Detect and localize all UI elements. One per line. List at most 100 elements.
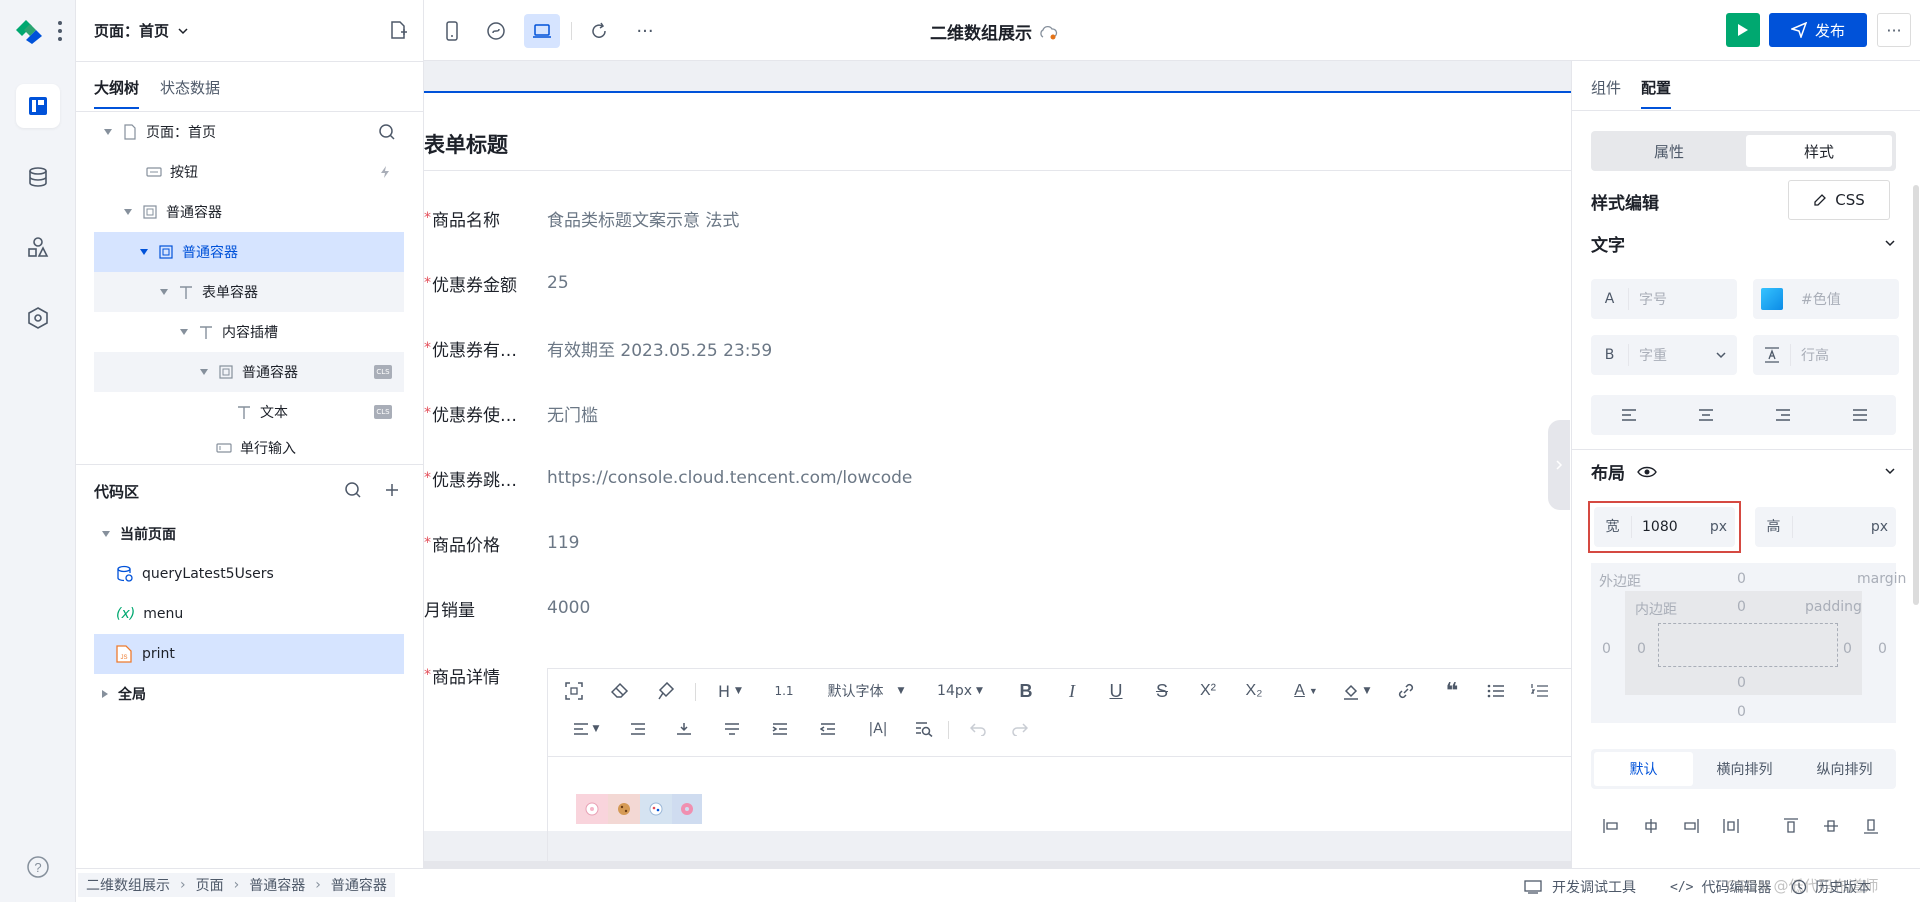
direction-vertical[interactable]: 纵向排列: [1795, 752, 1894, 786]
strikethrough-icon[interactable]: S: [1150, 679, 1174, 703]
font-color-icon[interactable]: A ▼: [1286, 679, 1326, 703]
superscript-icon[interactable]: X²: [1194, 679, 1222, 703]
indent-decrease-icon[interactable]: [816, 717, 840, 741]
underline-icon[interactable]: U: [1104, 679, 1128, 703]
align-left-icon[interactable]: [1621, 408, 1637, 422]
refresh-button[interactable]: [581, 14, 617, 48]
search-icon[interactable]: [344, 481, 362, 499]
mobile-view-button[interactable]: [434, 14, 470, 48]
tree-node-input[interactable]: 单行输入: [94, 432, 404, 464]
page-selector[interactable]: 页面：首页: [94, 20, 189, 41]
format-brush-icon[interactable]: [654, 679, 678, 703]
heading-dropdown[interactable]: H ▼: [712, 679, 748, 703]
direction-default[interactable]: 默认: [1594, 752, 1693, 786]
align-bottom-icon[interactable]: [1863, 818, 1879, 834]
code-item-query[interactable]: queryLatest5Users: [94, 554, 404, 594]
bold-icon[interactable]: B: [1014, 679, 1038, 703]
margin-right[interactable]: 0: [1878, 641, 1887, 657]
direction-horizontal[interactable]: 横向排列: [1695, 752, 1794, 786]
align-center-h-icon[interactable]: [1643, 818, 1659, 834]
css-button[interactable]: CSS: [1788, 180, 1890, 220]
database-nav-button[interactable]: [16, 155, 60, 199]
font-size-select[interactable]: 14px ▼: [930, 679, 990, 703]
tree-node-slot[interactable]: 内容插槽: [94, 312, 404, 352]
breadcrumb-item[interactable]: 普通容器: [331, 875, 387, 895]
breadcrumb-item[interactable]: 普通容器: [249, 875, 305, 895]
seg-style[interactable]: 样式: [1746, 135, 1892, 167]
find-replace-icon[interactable]: [912, 717, 936, 741]
code-item-menu[interactable]: (x) menu: [94, 594, 404, 634]
dev-tools-button[interactable]: 开发调试工具: [1524, 877, 1636, 897]
form-row-coupon-amount[interactable]: * 优惠券金额 25: [424, 268, 569, 298]
tab-config[interactable]: 配置: [1641, 77, 1672, 109]
preview-button[interactable]: [1726, 13, 1760, 47]
outline-nav-button[interactable]: [16, 84, 60, 128]
miniprogram-view-button[interactable]: [478, 14, 514, 48]
padding-left[interactable]: 0: [1637, 641, 1646, 657]
components-nav-button[interactable]: [16, 225, 60, 269]
eraser-icon[interactable]: [608, 679, 632, 703]
color-swatch[interactable]: [1761, 288, 1783, 310]
height-input[interactable]: 高 px: [1755, 507, 1896, 547]
form-row-coupon-usage[interactable]: * 优惠券使… 无门槛: [424, 398, 598, 428]
tree-node-inner-container[interactable]: 普通容器 CLS: [94, 352, 404, 392]
breadcrumb-item[interactable]: 页面: [196, 875, 224, 895]
text-fit-icon[interactable]: |A|: [864, 717, 892, 741]
align-dropdown[interactable]: ▼: [568, 717, 604, 741]
indent-right-icon[interactable]: [626, 717, 650, 741]
line-height-input[interactable]: 行高: [1753, 335, 1899, 375]
form-row-price[interactable]: * 商品价格 119: [424, 528, 579, 558]
subscript-icon[interactable]: X₂: [1240, 679, 1268, 703]
color-input[interactable]: #色值: [1753, 279, 1899, 319]
settings-nav-button[interactable]: [16, 296, 60, 340]
pc-view-button[interactable]: [524, 14, 560, 48]
paragraph-spacing-icon[interactable]: [720, 717, 744, 741]
form-row-product-name[interactable]: * 商品名称 食品类标题文案示意 法式: [424, 203, 739, 233]
tree-node-text[interactable]: 文本 CLS: [94, 392, 404, 432]
align-right-icon[interactable]: [1775, 408, 1791, 422]
fullscreen-icon[interactable]: [562, 679, 586, 703]
chevron-down-icon[interactable]: [1884, 237, 1896, 249]
more-button[interactable]: ···: [627, 14, 663, 48]
breadcrumb-item[interactable]: 二维数组展示: [86, 875, 170, 895]
tab-outline-tree[interactable]: 大纲树: [94, 77, 140, 109]
chevron-down-icon[interactable]: [1884, 465, 1896, 477]
redo-icon[interactable]: [1008, 717, 1032, 741]
panel-collapse-handle[interactable]: [1548, 420, 1570, 510]
vertical-align-bottom-icon[interactable]: [672, 717, 696, 741]
width-input[interactable]: 宽 1080 px: [1594, 507, 1735, 547]
plus-icon[interactable]: [384, 482, 400, 498]
quote-icon[interactable]: ❝: [1440, 679, 1464, 704]
eye-icon[interactable]: [1637, 465, 1657, 479]
padding-bottom[interactable]: 0: [1737, 675, 1746, 691]
tree-node-page[interactable]: 页面：首页: [94, 112, 404, 152]
tree-node-form-container[interactable]: 表单容器: [94, 272, 404, 312]
align-start-icon[interactable]: [1603, 818, 1619, 834]
margin-left[interactable]: 0: [1602, 641, 1611, 657]
align-center-icon[interactable]: [1698, 408, 1714, 422]
form-row-coupon-link[interactable]: * 优惠券跳… https://console.cloud.tencent.com…: [424, 463, 912, 493]
tree-node-container[interactable]: 普通容器: [94, 192, 404, 232]
bullet-list-icon[interactable]: [1484, 679, 1508, 703]
align-end-icon[interactable]: [1683, 818, 1699, 834]
more-vertical-icon[interactable]: [58, 20, 62, 42]
indent-increase-icon[interactable]: [768, 717, 792, 741]
margin-top[interactable]: 0: [1737, 571, 1746, 587]
app-logo-icon[interactable]: [14, 16, 44, 44]
form-row-coupon-validity[interactable]: * 优惠券有… 有效期至 2023.05.25 23:59: [424, 333, 772, 363]
tab-components[interactable]: 组件: [1591, 77, 1621, 98]
padding-top[interactable]: 0: [1737, 599, 1746, 615]
more-actions-button[interactable]: ···: [1877, 13, 1911, 47]
seg-properties[interactable]: 属性: [1595, 135, 1743, 167]
link-icon[interactable]: [1394, 679, 1418, 703]
ordered-list-icon[interactable]: [1528, 679, 1552, 703]
line-height-icon[interactable]: 1.1: [772, 677, 796, 705]
tab-state-data[interactable]: 状态数据: [160, 77, 220, 98]
align-middle-icon[interactable]: [1823, 818, 1839, 834]
rich-text-editor[interactable]: H ▼ 1.1 默认字体 ▼ 14px ▼ B I U S X² X₂ A ▼ ▼ ❝ …: [547, 668, 1571, 868]
code-group-global[interactable]: 全局: [94, 674, 404, 714]
search-icon[interactable]: [378, 123, 396, 141]
highlight-color-icon[interactable]: ▼: [1336, 679, 1376, 703]
align-justify-icon[interactable]: [1852, 408, 1868, 422]
padding-right[interactable]: 0: [1843, 641, 1852, 657]
